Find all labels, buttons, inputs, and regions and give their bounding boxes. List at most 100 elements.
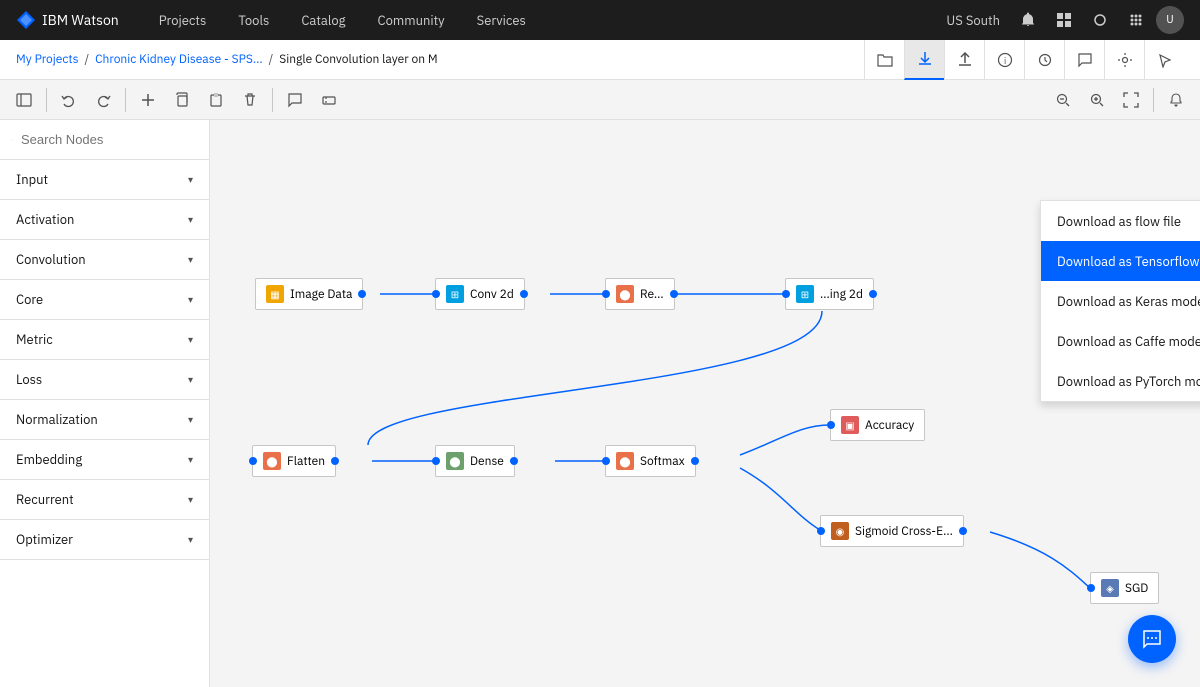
node-accuracy-label: Accuracy	[865, 418, 914, 433]
sidebar-label-embedding: Embedding	[16, 451, 82, 468]
sidebar-item-metric[interactable]: Metric ▾	[0, 320, 209, 360]
port-flatten-right[interactable]	[331, 457, 339, 465]
panel-toggle-btn[interactable]	[8, 84, 40, 116]
fit-btn[interactable]	[1115, 84, 1147, 116]
port-image-data-right[interactable]	[358, 290, 366, 298]
nav-links: Projects Tools Catalog Community Service…	[143, 0, 947, 40]
node-sigmoid[interactable]: ◉ Sigmoid Cross-E...	[820, 515, 964, 547]
port-pooling2d-right[interactable]	[869, 290, 877, 298]
history-action[interactable]	[1024, 40, 1064, 80]
breadcrumb-current: Single Convolution layer on M	[279, 52, 437, 67]
sidebar-item-embedding[interactable]: Embedding ▾	[0, 440, 209, 480]
port-sigmoid-left[interactable]	[817, 527, 825, 535]
node-re-label: Re...	[640, 287, 664, 302]
port-softmax-left[interactable]	[602, 457, 610, 465]
chat-button[interactable]	[1128, 615, 1176, 663]
dropdown-item-caffe[interactable]: Download as Caffe model	[1041, 321, 1200, 361]
comment-btn[interactable]	[279, 84, 311, 116]
node-dense[interactable]: ⬤ Dense	[435, 445, 515, 477]
port-conv2d-left[interactable]	[432, 290, 440, 298]
sidebar-item-recurrent[interactable]: Recurrent ▾	[0, 480, 209, 520]
zoom-in-btn[interactable]	[1081, 84, 1113, 116]
node-pooling2d-label: ...ing 2d	[820, 287, 863, 302]
notification-btn[interactable]	[1160, 84, 1192, 116]
expand-btn[interactable]	[313, 84, 345, 116]
sidebar-item-input[interactable]: Input ▾	[0, 160, 209, 200]
dropdown-item-tensorflow[interactable]: Download as Tensorflow model	[1041, 241, 1200, 281]
dropdown-item-pytorch[interactable]: Download as PyTorch model	[1041, 361, 1200, 401]
redo-btn[interactable]	[87, 84, 119, 116]
sigmoid-icon: ◉	[831, 522, 849, 540]
node-sigmoid-label: Sigmoid Cross-E...	[855, 524, 953, 539]
sidebar-item-loss[interactable]: Loss ▾	[0, 360, 209, 400]
node-flatten[interactable]: ⬤ Flatten	[252, 445, 336, 477]
sidebar-item-optimizer[interactable]: Optimizer ▾	[0, 520, 209, 560]
node-conv2d[interactable]: ⊞ Conv 2d	[435, 278, 525, 310]
sidebar-item-convolution[interactable]: Convolution ▾	[0, 240, 209, 280]
port-re-left[interactable]	[602, 290, 610, 298]
add-btn[interactable]	[132, 84, 164, 116]
canvas[interactable]: ▦ Image Data ⊞ Conv 2d ⬤ Re... ⊞ ...ing …	[210, 120, 1200, 687]
chevron-recurrent: ▾	[188, 493, 193, 506]
chevron-normalization: ▾	[188, 413, 193, 426]
nav-community[interactable]: Community	[362, 0, 461, 40]
node-softmax-label: Softmax	[640, 454, 685, 469]
avatar[interactable]: U	[1156, 6, 1184, 34]
copy-btn[interactable]	[166, 84, 198, 116]
nav-tools[interactable]: Tools	[222, 0, 285, 40]
toolbar-sep-2	[125, 88, 126, 112]
open-folder-action[interactable]	[864, 40, 904, 80]
port-pooling2d-left[interactable]	[782, 290, 790, 298]
port-accuracy-left[interactable]	[827, 421, 835, 429]
port-re-right[interactable]	[670, 290, 678, 298]
sidebar-label-loss: Loss	[16, 371, 42, 388]
chat-action[interactable]	[1064, 40, 1104, 80]
top-nav: IBM Watson Projects Tools Catalog Commun…	[0, 0, 1200, 40]
breadcrumb-project[interactable]: Chronic Kidney Disease - SPS...	[95, 52, 263, 67]
node-flatten-label: Flatten	[287, 454, 325, 469]
dropdown-item-flow[interactable]: Download as flow file	[1041, 201, 1200, 241]
port-dense-right[interactable]	[510, 457, 518, 465]
settings-action[interactable]	[1104, 40, 1144, 80]
navigate-action[interactable]	[1144, 40, 1184, 80]
chevron-core: ▾	[188, 293, 193, 306]
node-re[interactable]: ⬤ Re...	[605, 278, 675, 310]
port-dense-left[interactable]	[432, 457, 440, 465]
grid-icon[interactable]	[1120, 4, 1152, 36]
sidebar-item-normalization[interactable]: Normalization ▾	[0, 400, 209, 440]
nav-projects[interactable]: Projects	[143, 0, 223, 40]
node-softmax[interactable]: ⬤ Softmax	[605, 445, 696, 477]
download-action[interactable]	[904, 40, 944, 80]
bell-icon[interactable]	[1084, 4, 1116, 36]
node-sgd[interactable]: ◈ SGD	[1090, 572, 1159, 604]
sgd-icon: ◈	[1101, 579, 1119, 597]
node-accuracy[interactable]: ▣ Accuracy	[830, 409, 925, 441]
zoom-out-btn[interactable]	[1047, 84, 1079, 116]
sidebar-label-activation: Activation	[16, 211, 74, 228]
chevron-loss: ▾	[188, 373, 193, 386]
notifications-icon[interactable]	[1012, 4, 1044, 36]
port-sigmoid-right[interactable]	[959, 527, 967, 535]
upload-action[interactable]	[944, 40, 984, 80]
port-softmax-right[interactable]	[691, 457, 699, 465]
node-image-data[interactable]: ▦ Image Data	[255, 278, 363, 310]
logo[interactable]: IBM Watson	[16, 10, 119, 30]
breadcrumb-my-projects[interactable]: My Projects	[16, 52, 78, 67]
sidebar-item-activation[interactable]: Activation ▾	[0, 200, 209, 240]
dashboard-icon[interactable]	[1048, 4, 1080, 36]
sidebar-item-core[interactable]: Core ▾	[0, 280, 209, 320]
info-action[interactable]: i	[984, 40, 1024, 80]
port-flatten-left[interactable]	[249, 457, 257, 465]
nav-services[interactable]: Services	[461, 0, 542, 40]
node-conv2d-label: Conv 2d	[470, 287, 514, 302]
sidebar-label-recurrent: Recurrent	[16, 491, 74, 508]
paste-btn[interactable]	[200, 84, 232, 116]
port-conv2d-right[interactable]	[520, 290, 528, 298]
dropdown-item-keras[interactable]: Download as Keras model	[1041, 281, 1200, 321]
nav-catalog[interactable]: Catalog	[285, 0, 361, 40]
search-input[interactable]	[21, 132, 197, 147]
undo-btn[interactable]	[53, 84, 85, 116]
node-pooling2d[interactable]: ⊞ ...ing 2d	[785, 278, 874, 310]
port-sgd-left[interactable]	[1087, 584, 1095, 592]
delete-btn[interactable]	[234, 84, 266, 116]
